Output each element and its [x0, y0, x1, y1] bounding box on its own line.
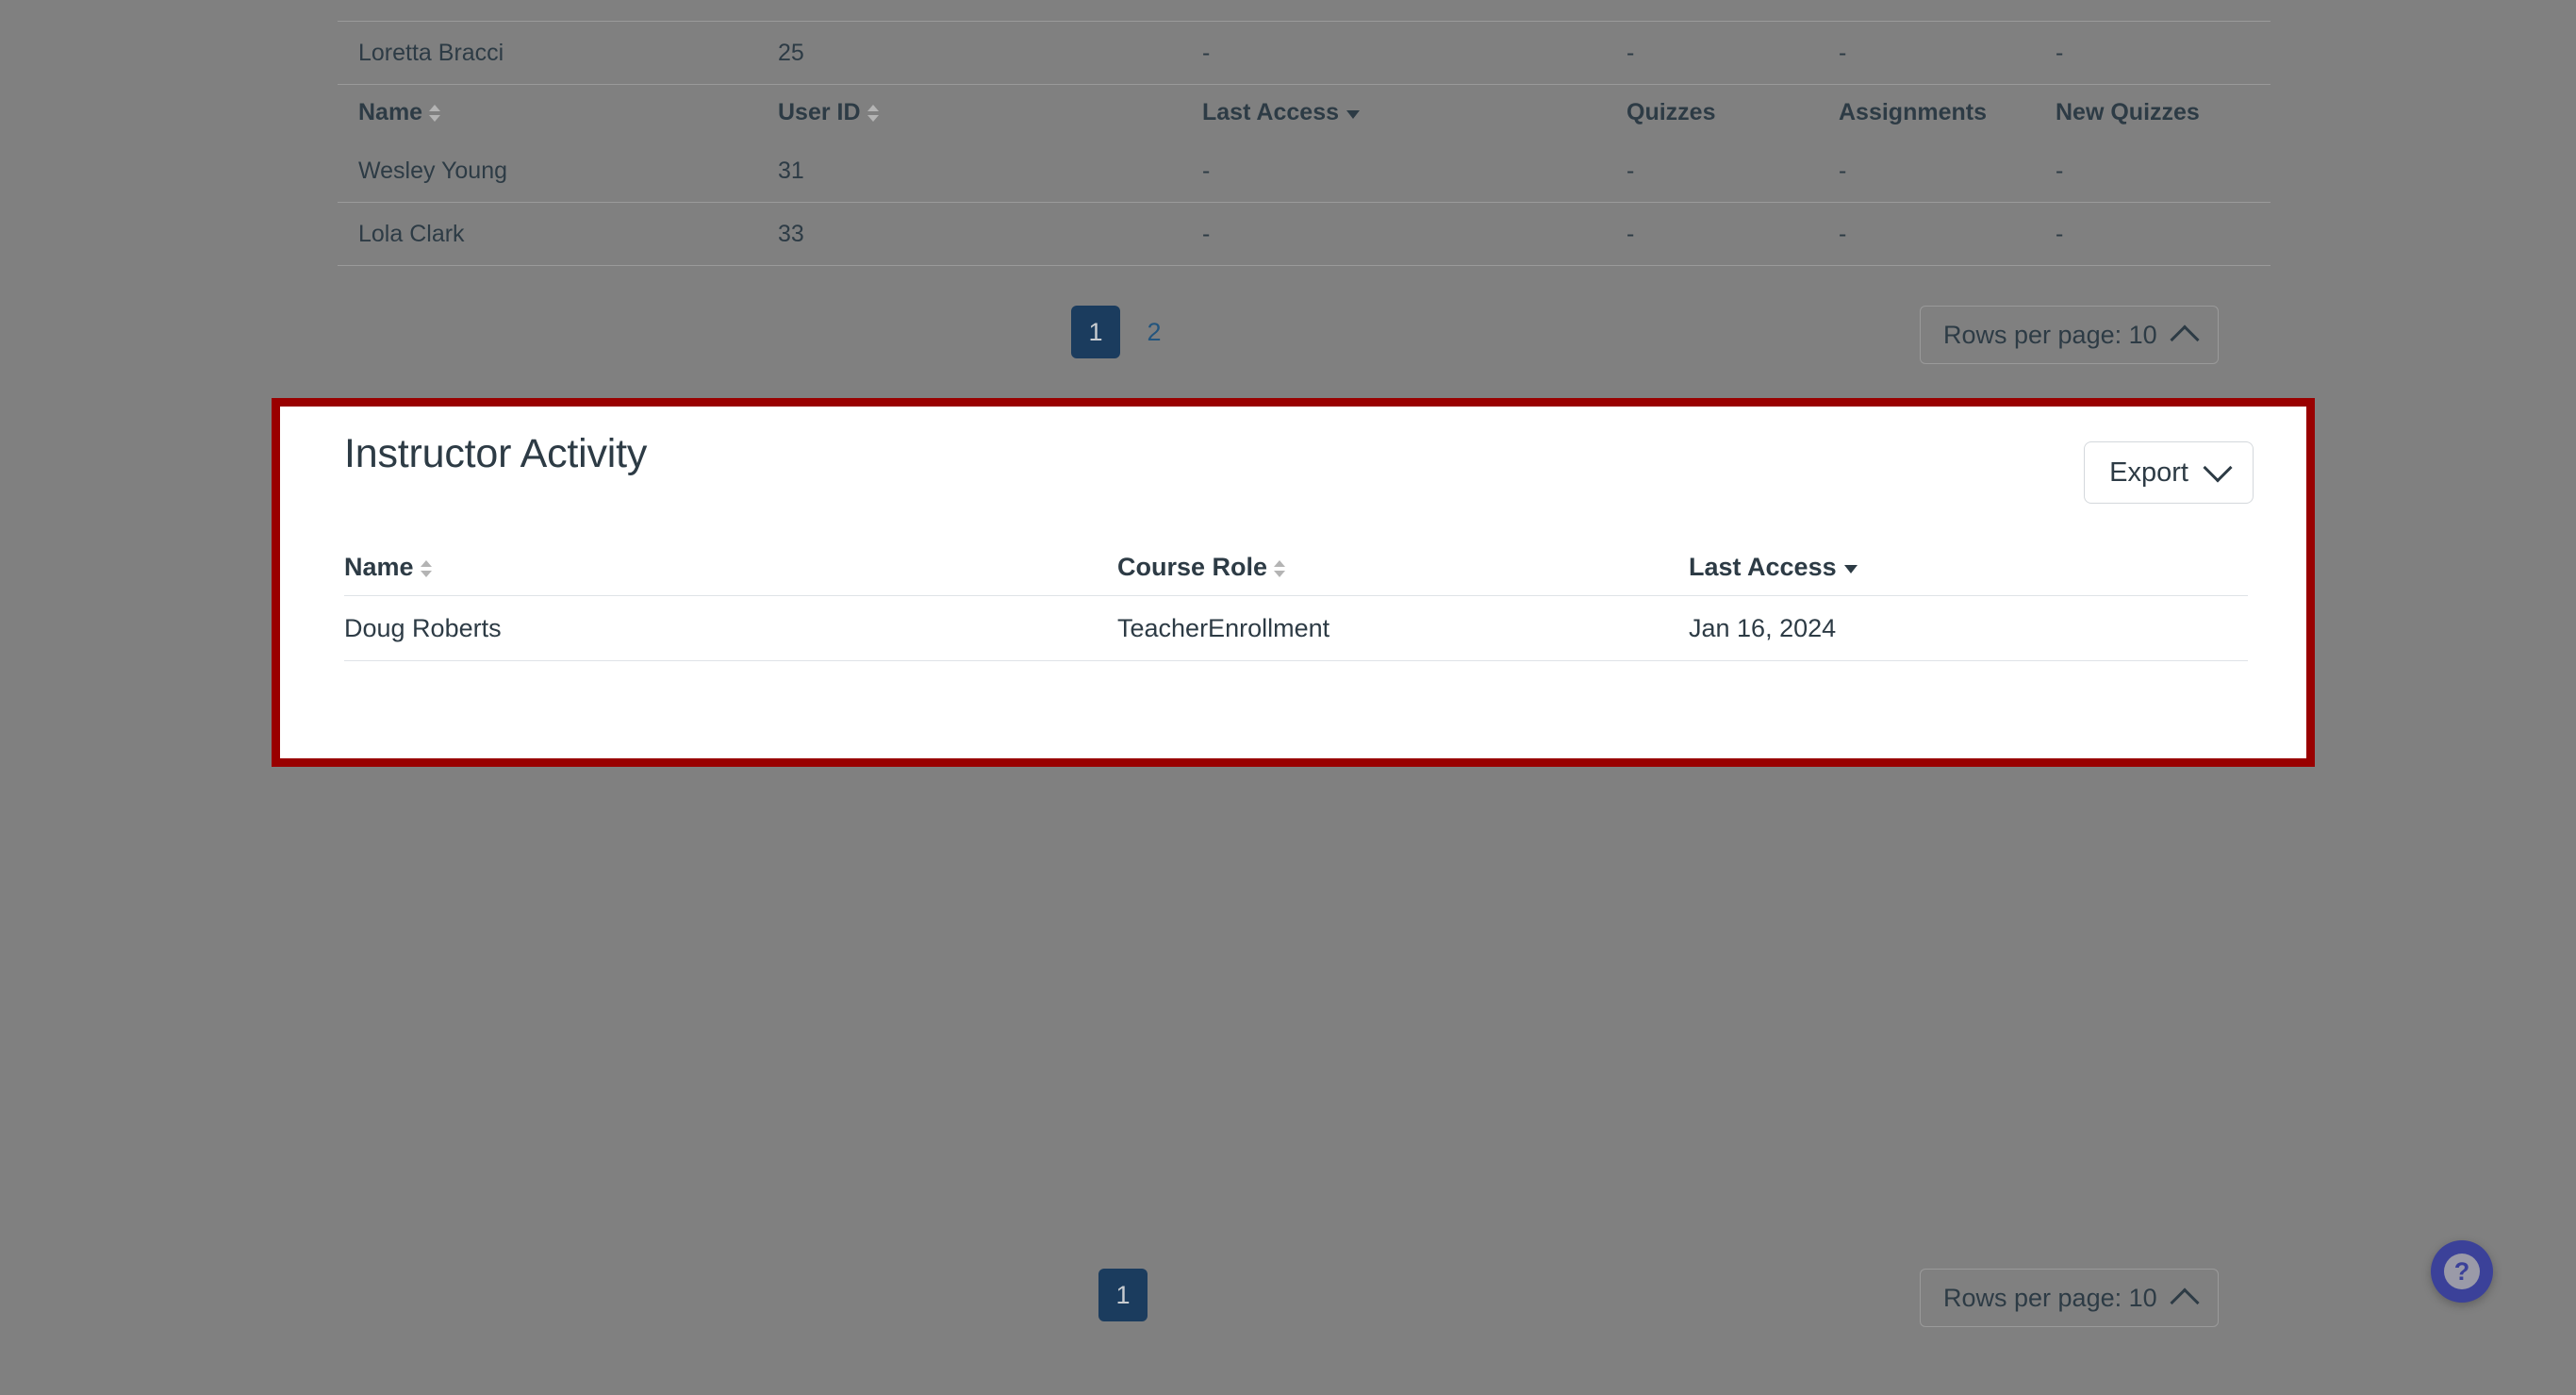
instructor-table-header-row: Name Course Role Last Access: [344, 539, 2248, 596]
sort-both-icon[interactable]: [1274, 557, 1286, 580]
table-row[interactable]: Wesley Young 31 - - - -: [338, 140, 2271, 203]
cell-new-quizzes: [2056, 0, 2271, 22]
question-mark-icon: ?: [2444, 1254, 2480, 1289]
cell-name: Loretta Bracci: [338, 21, 778, 85]
table-row[interactable]: Doug Roberts TeacherEnrollment Jan 16, 2…: [344, 595, 2248, 661]
cell-quizzes: -: [1627, 202, 1839, 266]
column-header-name[interactable]: Name: [338, 85, 778, 141]
column-header-last-access[interactable]: Last Access: [1202, 85, 1627, 141]
cell-user-id: 31: [778, 140, 1202, 203]
sort-descending-icon[interactable]: [1346, 109, 1360, 119]
column-header-label: Last Access: [1689, 553, 1837, 581]
help-button[interactable]: ?: [2431, 1240, 2493, 1303]
cell-name: Lola Clark: [338, 202, 778, 266]
column-header-name[interactable]: Name: [344, 539, 1117, 596]
column-header-label: New Quizzes: [2056, 99, 2200, 125]
instructor-page-1-button[interactable]: 1: [1098, 1269, 1148, 1321]
table-row[interactable]: Loretta Bracci 25 - - - -: [338, 21, 2271, 85]
cell-last-access: -: [1202, 202, 1627, 266]
column-header-quizzes[interactable]: Quizzes: [1627, 85, 1839, 141]
cell-user-id: [778, 0, 1202, 22]
cell-name: Doug Roberts: [344, 595, 1117, 661]
column-header-label: Quizzes: [1627, 99, 1716, 125]
sort-both-icon[interactable]: [420, 557, 432, 580]
chevron-down-icon: [2203, 453, 2233, 483]
column-header-user-id[interactable]: User ID: [778, 85, 1202, 141]
chevron-up-icon: [2170, 1287, 2200, 1318]
cell-quizzes: -: [1627, 140, 1839, 203]
column-header-new-quizzes[interactable]: New Quizzes: [2056, 85, 2271, 141]
page-title: Instructor Activity: [344, 431, 648, 476]
rows-per-page-label: Rows per page: 10: [1943, 320, 2157, 349]
cell-course-role: TeacherEnrollment: [1117, 595, 1689, 661]
sort-descending-icon[interactable]: [1843, 565, 1858, 574]
student-table-header-row: Name User ID Last Access Quizzes Assignm…: [338, 85, 2271, 141]
cell-last-access: Jan 16, 2024: [1689, 595, 2248, 661]
student-page-1-button[interactable]: 1: [1071, 306, 1120, 358]
column-header-course-role[interactable]: Course Role: [1117, 539, 1689, 596]
instructor-pagination: 1: [1098, 1269, 1148, 1321]
export-button[interactable]: Export: [2084, 441, 2254, 504]
student-rows-per-page-select[interactable]: Rows per page: 10: [1920, 306, 2219, 364]
cell-new-quizzes: -: [2056, 140, 2271, 203]
column-header-label: User ID: [778, 99, 861, 125]
rows-per-page-label: Rows per page: 10: [1943, 1283, 2157, 1312]
cell-assignments: -: [1839, 21, 2056, 85]
student-pagination: 1 2: [1071, 306, 1179, 358]
student-page-2-button[interactable]: 2: [1130, 306, 1179, 358]
column-header-assignments[interactable]: Assignments: [1839, 85, 2056, 141]
column-header-label: Name: [344, 553, 414, 581]
cell-name: Wesley Young: [338, 140, 778, 203]
cell-name: [338, 0, 778, 22]
cell-user-id: 25: [778, 21, 1202, 85]
table-row[interactable]: Lola Clark 33 - - - -: [338, 202, 2271, 266]
cell-quizzes: -: [1627, 21, 1839, 85]
table-row[interactable]: [338, 0, 2271, 22]
student-activity-table: Loretta Bracci 25 - - - - Name User ID L…: [338, 0, 2271, 266]
cell-last-access: [1202, 0, 1627, 22]
cell-new-quizzes: -: [2056, 21, 2271, 85]
cell-new-quizzes: -: [2056, 202, 2271, 266]
cell-last-access: -: [1202, 140, 1627, 203]
instructor-activity-panel: Instructor Activity Export Name Course R…: [280, 407, 2306, 758]
instructor-activity-table: Name Course Role Last Access Doug Robert…: [344, 539, 2248, 661]
cell-assignments: -: [1839, 202, 2056, 266]
column-header-last-access[interactable]: Last Access: [1689, 539, 2248, 596]
sort-both-icon[interactable]: [429, 102, 441, 125]
column-header-label: Name: [358, 99, 423, 125]
column-header-label: Course Role: [1117, 553, 1268, 581]
cell-assignments: -: [1839, 140, 2056, 203]
cell-user-id: 33: [778, 202, 1202, 266]
instructor-activity-highlight: Instructor Activity Export Name Course R…: [272, 398, 2315, 767]
cell-assignments: [1839, 0, 2056, 22]
cell-quizzes: [1627, 0, 1839, 22]
cell-last-access: -: [1202, 21, 1627, 85]
column-header-label: Assignments: [1839, 99, 1987, 125]
export-button-label: Export: [2109, 457, 2188, 488]
instructor-rows-per-page-select[interactable]: Rows per page: 10: [1920, 1269, 2219, 1327]
chevron-up-icon: [2170, 324, 2200, 355]
column-header-label: Last Access: [1202, 99, 1339, 125]
sort-both-icon[interactable]: [867, 102, 879, 125]
